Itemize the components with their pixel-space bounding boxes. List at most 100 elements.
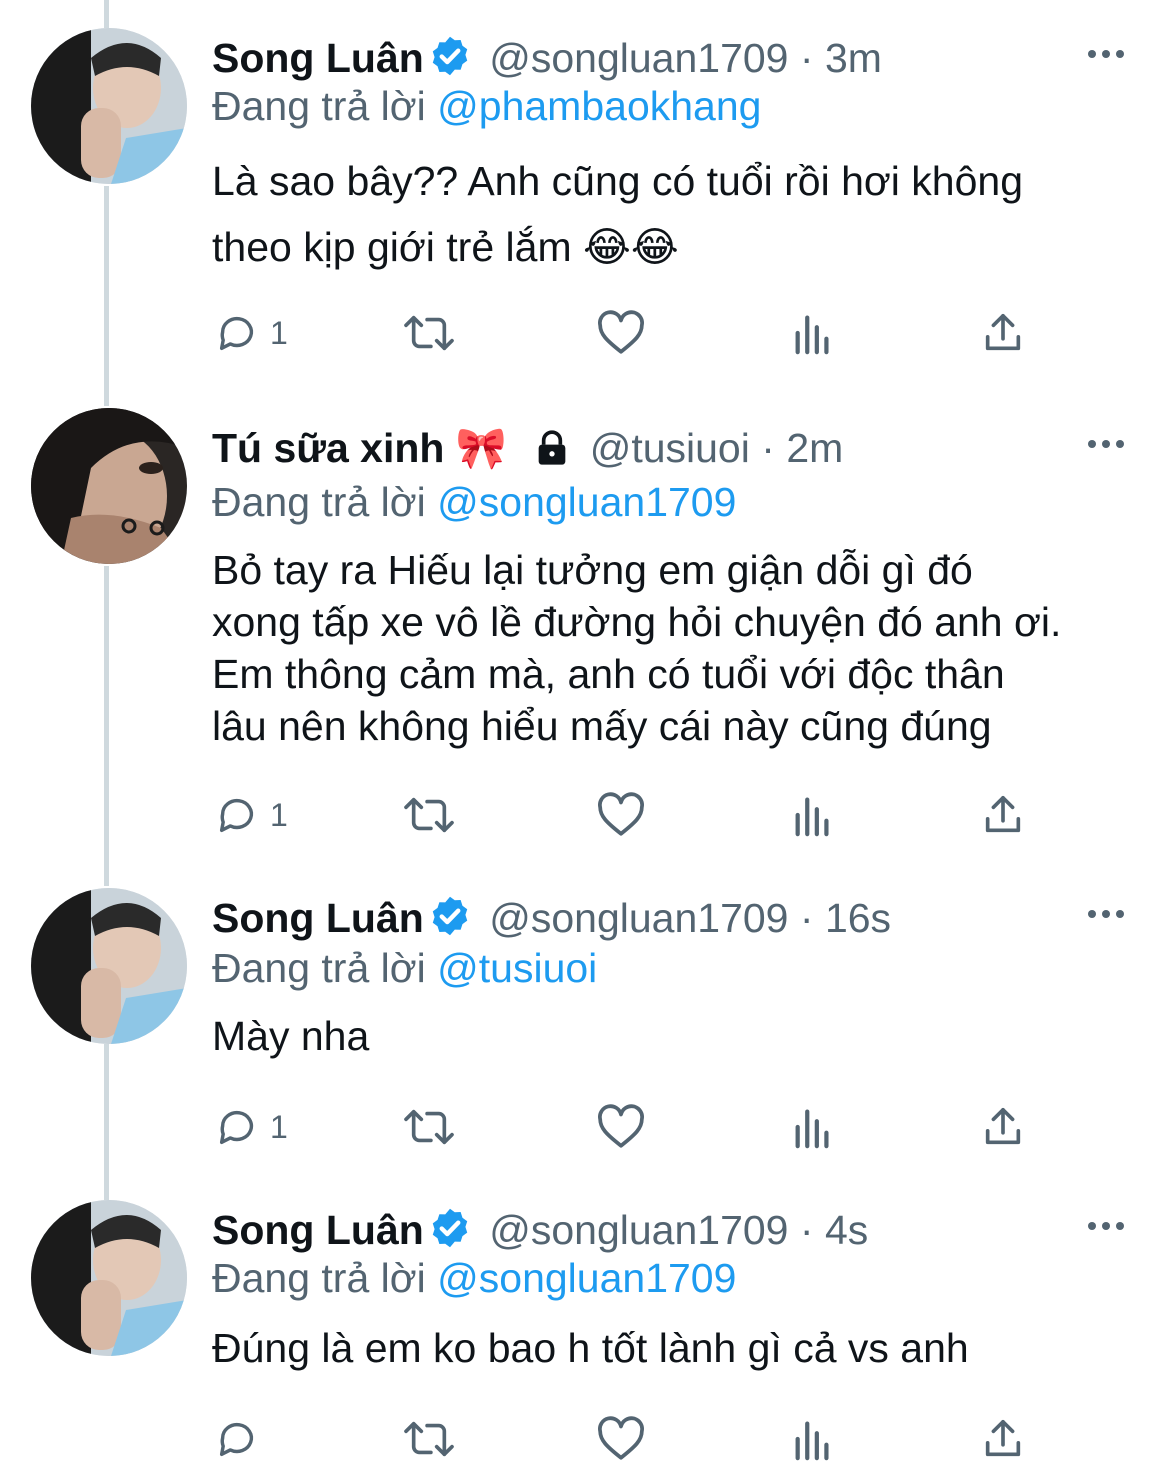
avatar[interactable] <box>31 28 187 184</box>
reply-icon <box>219 316 254 351</box>
retweet-icon <box>404 315 454 351</box>
reply-icon <box>219 1110 254 1145</box>
tweet-text-line: Mày nha <box>212 1013 370 1059</box>
display-name[interactable]: Song Luân <box>212 1207 424 1253</box>
handle[interactable]: @songluan1709 <box>489 35 788 81</box>
analytics-icon <box>795 1421 829 1461</box>
reply-count: 1 <box>270 314 288 351</box>
display-name[interactable]: Song Luân <box>212 35 424 81</box>
replying-to-label: Đang trả lời <box>212 479 426 525</box>
views-button[interactable] <box>790 790 836 840</box>
avatar[interactable] <box>31 408 187 564</box>
share-button[interactable] <box>980 308 1026 358</box>
tweet-text-line: theo kịp giới trẻ lắm 😂😂 <box>212 224 679 270</box>
retweet-icon <box>404 1109 454 1145</box>
share-icon <box>985 1107 1021 1145</box>
separator: · <box>799 1207 814 1253</box>
tweet-text: Mày nha <box>212 1010 1142 1062</box>
tweet-text-line: Là sao bây?? Anh cũng có tuổi rồi hơi kh… <box>212 158 1024 204</box>
tweet-text: Đúng là em ko bao h tốt lành gì cả vs an… <box>212 1322 1142 1374</box>
replying-to-label: Đang trả lời <box>212 945 426 991</box>
replying-to-label: Đang trả lời <box>212 1255 426 1301</box>
heart-icon <box>598 1416 644 1460</box>
action-bar: 1 <box>0 1102 1170 1152</box>
tweet-text-line: Em thông cảm mà, anh có tuổi với độc thâ… <box>212 651 1005 697</box>
reply-icon <box>219 1422 254 1457</box>
replying-to: Đang trả lời @songluan1709 <box>212 1254 736 1302</box>
share-button[interactable] <box>980 1102 1026 1152</box>
heart-icon <box>598 792 644 836</box>
reply-count: 1 <box>270 796 288 833</box>
thread-line <box>104 0 109 28</box>
retweet-icon <box>404 797 454 833</box>
like-button[interactable] <box>596 1414 646 1464</box>
action-bar <box>0 1414 1170 1464</box>
lock-icon <box>532 428 572 478</box>
handle[interactable]: @songluan1709 <box>489 895 788 941</box>
avatar[interactable] <box>31 1200 187 1356</box>
replying-to: Đang trả lời @phambaokhang <box>212 82 761 130</box>
more-icon[interactable] <box>1086 904 1126 924</box>
views-button[interactable] <box>790 1102 836 1152</box>
thread-line <box>104 186 109 406</box>
verified-badge-icon <box>428 1206 472 1260</box>
action-bar: 1 <box>0 308 1170 358</box>
display-name[interactable]: Song Luân <box>212 895 424 941</box>
views-button[interactable] <box>790 308 836 358</box>
separator: · <box>799 35 814 81</box>
more-icon[interactable] <box>1086 434 1126 454</box>
tweet-text-line: lâu nên không hiểu mấy cái này cũng đúng <box>212 703 992 749</box>
replying-to: Đang trả lời @tusiuoi <box>212 944 597 992</box>
share-icon <box>985 795 1021 833</box>
like-button[interactable] <box>596 308 646 358</box>
retweet-button[interactable] <box>400 790 458 840</box>
verified-badge-icon <box>428 34 472 88</box>
reply-button[interactable]: 1 <box>214 1102 288 1152</box>
share-button[interactable] <box>980 1414 1026 1464</box>
handle[interactable]: @tusiuoi <box>590 425 750 471</box>
reply-mention-link[interactable]: @phambaokhang <box>437 83 761 129</box>
separator: · <box>799 895 814 941</box>
tweet-text: Bỏ tay ra Hiếu lại tưởng em giận dỗi gì … <box>212 544 1142 752</box>
tweet-text-line: Bỏ tay ra Hiếu lại tưởng em giận dỗi gì … <box>212 547 973 593</box>
action-bar: 1 <box>0 790 1170 840</box>
reply-mention-link[interactable]: @tusiuoi <box>437 945 597 991</box>
replying-to-label: Đang trả lời <box>212 83 426 129</box>
views-button[interactable] <box>790 1414 836 1464</box>
reply-icon <box>219 798 254 833</box>
reply-button[interactable] <box>214 1414 260 1464</box>
retweet-button[interactable] <box>400 308 458 358</box>
timestamp[interactable]: 4s <box>825 1207 868 1253</box>
tweet-text: Là sao bây?? Anh cũng có tuổi rồi hơi kh… <box>212 148 1142 280</box>
replying-to: Đang trả lời @songluan1709 <box>212 478 736 526</box>
avatar[interactable] <box>31 888 187 1044</box>
display-name[interactable]: Tú sữa xinh 🎀 <box>212 425 507 471</box>
heart-icon <box>598 310 644 354</box>
reply-mention-link[interactable]: @songluan1709 <box>437 479 736 525</box>
tweet-text-line: xong tấp xe vô lề đường hỏi chuyện đó an… <box>212 599 1062 645</box>
reply-button[interactable]: 1 <box>214 790 288 840</box>
analytics-icon <box>795 797 829 837</box>
tweet-text-line: Đúng là em ko bao h tốt lành gì cả vs an… <box>212 1325 969 1371</box>
more-icon[interactable] <box>1086 44 1126 64</box>
share-icon <box>985 313 1021 351</box>
like-button[interactable] <box>596 790 646 840</box>
handle[interactable]: @songluan1709 <box>489 1207 788 1253</box>
share-icon <box>985 1419 1021 1457</box>
like-button[interactable] <box>596 1102 646 1152</box>
reply-button[interactable]: 1 <box>214 308 288 358</box>
timestamp[interactable]: 3m <box>825 35 882 81</box>
timestamp[interactable]: 2m <box>786 425 843 471</box>
retweet-button[interactable] <box>400 1102 458 1152</box>
retweet-icon <box>404 1421 454 1457</box>
share-button[interactable] <box>980 790 1026 840</box>
separator: · <box>761 425 775 471</box>
verified-badge-icon <box>428 894 472 948</box>
analytics-icon <box>795 315 829 355</box>
reply-mention-link[interactable]: @songluan1709 <box>437 1255 736 1301</box>
retweet-button[interactable] <box>400 1414 458 1464</box>
heart-icon <box>598 1104 644 1148</box>
analytics-icon <box>795 1109 829 1149</box>
timestamp[interactable]: 16s <box>825 895 891 941</box>
more-icon[interactable] <box>1086 1216 1126 1236</box>
